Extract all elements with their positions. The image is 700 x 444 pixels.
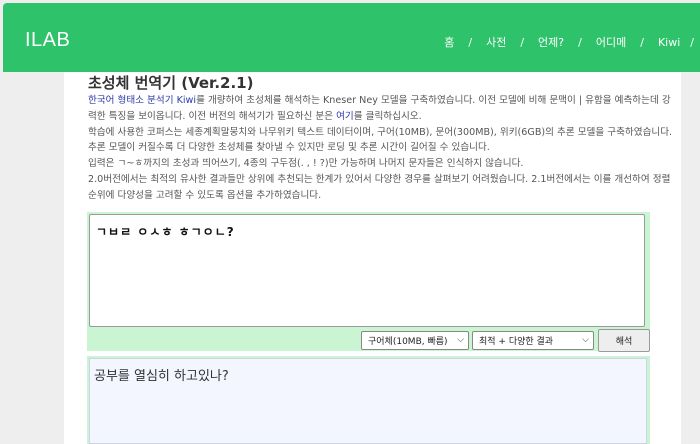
controls-bar: 구어체(10MB, 빠름) ⌵ 최적 + 다양한 결과 ⌵ 해석 <box>87 329 650 352</box>
input-panel: ㄱㅂㄹ ㅇㅅㅎ ㅎㄱㅇㄴ? 구어체(10MB, 빠름) ⌵ 최적 + 다양한 결… <box>87 212 650 352</box>
chosung-input[interactable]: ㄱㅂㄹ ㅇㅅㅎ ㅎㄱㅇㄴ? <box>89 214 645 327</box>
desc-paragraph-2: 학습에 사용한 코퍼스는 세종계획말뭉치와 나무위키 텍스트 데이터이며, 구어… <box>88 126 673 154</box>
page-title: 초성체 번역기 (Ver.2.1) <box>88 74 254 92</box>
mode-select-value: 최적 + 다양한 결과 <box>479 337 554 347</box>
brand-logo[interactable]: ILAB <box>25 29 70 52</box>
translate-button[interactable]: 해석 <box>598 329 650 352</box>
desc-text: 를 클릭하십시오. <box>353 110 422 122</box>
desc-paragraph-1: 한국어 형태소 분석기 Kiwi를 개량하여 초성체를 해석하는 Kneser … <box>88 93 678 125</box>
old-version-link[interactable]: 여기 <box>336 111 354 122</box>
output-panel: 공부를 열심히 하고있나? <box>87 356 650 444</box>
nav-separator: / <box>468 35 473 49</box>
model-select[interactable]: 구어체(10MB, 빠름) ⌵ <box>361 331 469 350</box>
chevron-down-icon: ⌵ <box>457 335 464 345</box>
chevron-down-icon: ⌵ <box>582 335 589 345</box>
mode-select[interactable]: 최적 + 다양한 결과 ⌵ <box>472 331 594 350</box>
nav-item-home[interactable]: 홈 <box>444 34 454 50</box>
desc-paragraph-4: 2.0버전에서는 최적의 유사한 결과들만 상위에 추천되는 한계가 있어서 다… <box>88 173 671 201</box>
nav-separator: / <box>640 35 644 49</box>
page-description: 한국어 형태소 분석기 Kiwi를 개량하여 초성체를 해석하는 Kneser … <box>88 93 678 204</box>
nav-separator: / <box>578 35 582 49</box>
nav-item-when[interactable]: 언제? <box>538 34 564 50</box>
nav-item-kiwi[interactable]: Kiwi <box>658 36 680 49</box>
nav-separator: / <box>690 35 694 49</box>
result-text: 공부를 열심히 하고있나? <box>94 369 229 384</box>
kiwi-link[interactable]: 한국어 형태소 분석기 Kiwi <box>88 95 196 106</box>
result-box: 공부를 열심히 하고있나? <box>89 358 647 444</box>
top-navbar: ILAB 홈 / 사전 / 언제? / 어디메 / Kiwi / <box>3 3 700 72</box>
nav-item-dictionary[interactable]: 사전 <box>486 34 506 50</box>
nav-item-where[interactable]: 어디메 <box>596 34 626 50</box>
desc-paragraph-3: 입력은 ㄱ~ㅎ까지의 초성과 띄어쓰기, 4종의 구두점(. , ! ?)만 가… <box>88 158 524 170</box>
input-value: ㄱㅂㄹ ㅇㅅㅎ ㅎㄱㅇㄴ? <box>96 225 235 239</box>
nav-menu: 홈 / 사전 / 언제? / 어디메 / Kiwi / <box>444 34 694 50</box>
nav-separator: / <box>520 35 525 49</box>
model-select-value: 구어체(10MB, 빠름) <box>368 337 448 347</box>
